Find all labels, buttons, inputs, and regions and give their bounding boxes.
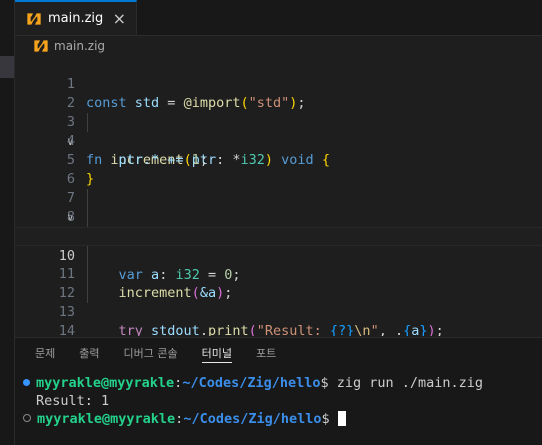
command-decoration-icon[interactable] <box>23 379 30 386</box>
code-line[interactable]: 3 ∨ fn increment(ptr: *i32) void { <box>15 94 542 168</box>
prompt-user: myyrakle@myyrakle <box>37 411 176 427</box>
editor-tab-bar: main.zig × <box>15 0 542 36</box>
code-line[interactable]: 12 <box>15 265 542 301</box>
tab-main-zig[interactable]: main.zig × <box>15 0 137 35</box>
prompt-symbol: $ <box>320 375 337 391</box>
code-line[interactable]: 8 const stdout = std.io.getStdOut().writ… <box>15 189 542 244</box>
close-icon[interactable]: × <box>113 10 126 27</box>
terminal-command: zig run ./main.zig <box>336 375 484 391</box>
breadcrumb[interactable]: main.zig <box>34 36 105 56</box>
zig-icon <box>27 12 41 25</box>
bottom-panel: 문제 출력 디버그 콘솔 터미널 포트 myyrakle@myyrakle:~/… <box>15 337 542 445</box>
sidebar-selected-item[interactable] <box>0 56 14 78</box>
terminal-line: myyrakle@myyrakle:~/Codes/Zig/hello$ <box>23 410 542 428</box>
code-line[interactable]: 11 increment(&a); <box>15 246 542 301</box>
code-line[interactable]: 5 } <box>15 132 542 187</box>
tab-ports[interactable]: 포트 <box>256 346 276 368</box>
code-line[interactable]: 13 try stdout.print("Result: {?}\n", .{a… <box>15 284 542 336</box>
prompt-symbol: $ <box>321 411 338 427</box>
code-line[interactable]: 2 <box>15 75 542 111</box>
prompt-user: myyrakle@myyrakle <box>36 375 175 391</box>
code-line[interactable]: 15 <box>15 322 542 336</box>
terminal-output: Result: 1 <box>36 393 110 409</box>
panel-tabs: 문제 출력 디버그 콘솔 터미널 포트 <box>35 346 300 368</box>
zig-icon <box>34 40 48 52</box>
code-line[interactable]: 4 ptr.* += 1; <box>15 113 542 168</box>
tab-output[interactable]: 출력 <box>79 346 99 368</box>
tab-debug-console[interactable]: 디버그 콘솔 <box>124 346 178 368</box>
code-line[interactable]: 14 } <box>15 303 542 336</box>
code-editor[interactable]: 1 const std = @import("std"); 2 3 ∨ fn i… <box>15 56 542 336</box>
sidebar-edge <box>0 0 15 445</box>
code-line[interactable]: 1 const std = @import("std"); <box>15 56 542 111</box>
command-decoration-icon[interactable] <box>23 414 31 422</box>
terminal[interactable]: myyrakle@myyrakle:~/Codes/Zig/hello$ zig… <box>23 374 542 428</box>
prompt-path: ~/Codes/Zig/hello <box>183 411 322 427</box>
terminal-cursor <box>337 411 346 426</box>
tab-problems[interactable]: 문제 <box>35 346 55 368</box>
tab-label: main.zig <box>48 11 104 26</box>
tab-terminal[interactable]: 터미널 <box>201 346 232 363</box>
prompt-path: ~/Codes/Zig/hello <box>182 375 321 391</box>
breadcrumb-filename: main.zig <box>54 39 106 53</box>
terminal-line: Result: 1 <box>23 392 542 410</box>
code-line-current[interactable]: 10 var a: i32 = 0; <box>15 227 542 283</box>
code-line[interactable]: 9 <box>15 208 542 244</box>
terminal-line: myyrakle@myyrakle:~/Codes/Zig/hello$ zig… <box>23 374 542 392</box>
code-line[interactable]: 6 <box>15 151 542 187</box>
code-line[interactable]: 7 ∨ pub fn main() !void { <box>15 170 542 244</box>
